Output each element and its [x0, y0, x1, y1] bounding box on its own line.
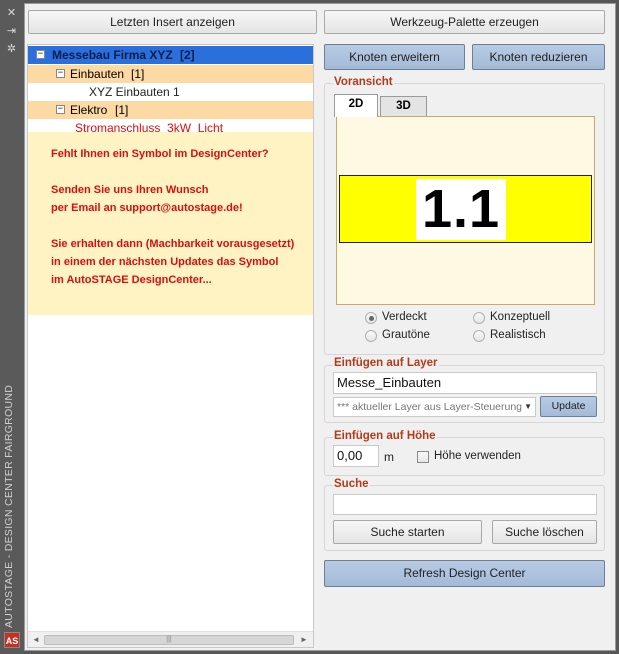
radio-realistisch[interactable]: [473, 330, 485, 342]
scroll-right-icon[interactable]: ►: [300, 635, 308, 644]
tree-root-count: [2]: [180, 48, 195, 62]
collapse-icon[interactable]: −: [36, 50, 45, 59]
close-icon[interactable]: ✕: [5, 6, 18, 19]
symbol-request-message: Fehlt Ihnen ein Symbol im DesignCenter? …: [28, 132, 313, 315]
height-input[interactable]: 0,00: [333, 445, 379, 467]
preview-title: Voransicht: [333, 76, 394, 88]
tab-3d[interactable]: 3D: [380, 96, 427, 116]
tab-2d[interactable]: 2D: [334, 94, 378, 117]
layer-select[interactable]: *** aktueller Layer aus Layer-Steuerung …: [333, 397, 536, 417]
scroll-left-icon[interactable]: ◄: [32, 635, 40, 644]
horizontal-scrollbar[interactable]: ◄ ||| ►: [28, 631, 313, 647]
message-line: Sie erhalten dann (Machbarkeit vorausges…: [51, 238, 295, 250]
tree-category-count: [1]: [131, 67, 145, 81]
collapse-icon[interactable]: −: [56, 105, 65, 114]
tree-category-row[interactable]: − Elektro [1]: [28, 101, 313, 119]
tree-category-row[interactable]: − Einbauten [1]: [28, 65, 313, 83]
use-height-label: Höhe verwenden: [434, 450, 521, 462]
use-height-checkbox[interactable]: [417, 451, 429, 463]
symbol-tree[interactable]: − Messebau Firma XYZ [2] − Einbauten [1]…: [27, 44, 314, 648]
tree-root-label: Messebau Firma XYZ: [52, 48, 173, 62]
search-clear-button[interactable]: Suche löschen: [492, 520, 597, 544]
radio-label: Realistisch: [490, 329, 546, 341]
message-line: Fehlt Ihnen ein Symbol im DesignCenter?: [51, 148, 269, 160]
layer-select-value: *** aktueller Layer aus Layer-Steuerung: [337, 401, 523, 413]
radio-label: Grautöne: [382, 329, 430, 341]
autostage-logo: AS: [4, 632, 20, 648]
radio-verdeckt[interactable]: [365, 312, 377, 324]
pin-icon[interactable]: ⇥: [5, 24, 18, 37]
radio-grautoene[interactable]: [365, 330, 377, 342]
tree-root-row[interactable]: − Messebau Firma XYZ [2]: [28, 46, 313, 64]
height-title: Einfügen auf Höhe: [333, 430, 437, 442]
height-unit: m: [384, 450, 394, 464]
tree-category-label: Elektro: [70, 103, 108, 117]
tool-palette-button[interactable]: Werkzeug-Palette erzeugen: [324, 10, 605, 34]
message-line: Senden Sie uns Ihren Wunsch: [51, 184, 209, 196]
search-input[interactable]: [333, 494, 597, 515]
search-title: Suche: [333, 478, 370, 490]
settings-icon[interactable]: ✲: [5, 42, 18, 55]
symbol-shape: 1.1: [339, 175, 592, 243]
message-line: im AutoSTAGE DesignCenter...: [51, 274, 212, 286]
scroll-grip-icon: |||: [166, 636, 172, 643]
update-button[interactable]: Update: [540, 396, 597, 417]
message-line: per Email an support@autostage.de!: [51, 202, 243, 214]
message-line: in einem der nächsten Updates das Symbol: [51, 256, 279, 268]
symbol-preview: 1.1: [336, 116, 595, 305]
layer-title: Einfügen auf Layer: [333, 357, 439, 369]
scrollbar-thumb[interactable]: |||: [44, 635, 294, 645]
palette-titlebar[interactable]: ✕ ⇥ ✲ AUTOSTAGE - DESIGN CENTER FAIRGROU…: [0, 0, 24, 654]
symbol-label: 1.1: [416, 179, 506, 240]
radio-konzeptuell[interactable]: [473, 312, 485, 324]
tree-item-row[interactable]: XYZ Einbauten 1: [28, 83, 313, 101]
reduce-nodes-button[interactable]: Knoten reduzieren: [472, 44, 605, 70]
tree-category-count: [1]: [115, 103, 129, 117]
design-center-panel: Letzten Insert anzeigen Werkzeug-Palette…: [24, 3, 616, 651]
tree-category-label: Einbauten: [70, 67, 125, 81]
radio-label: Verdeckt: [382, 311, 427, 323]
radio-label: Konzeptuell: [490, 311, 551, 323]
refresh-button[interactable]: Refresh Design Center: [324, 560, 605, 587]
palette-title: AUTOSTAGE - DESIGN CENTER FAIRGROUND: [3, 384, 15, 628]
expand-nodes-button[interactable]: Knoten erweitern: [324, 44, 465, 70]
last-insert-button[interactable]: Letzten Insert anzeigen: [28, 10, 317, 34]
tree-item-label: XYZ Einbauten 1: [89, 85, 180, 99]
chevron-down-icon[interactable]: ▼: [524, 398, 532, 416]
search-start-button[interactable]: Suche starten: [333, 520, 482, 544]
layer-name-input[interactable]: Messe_Einbauten: [333, 372, 597, 394]
collapse-icon[interactable]: −: [56, 69, 65, 78]
